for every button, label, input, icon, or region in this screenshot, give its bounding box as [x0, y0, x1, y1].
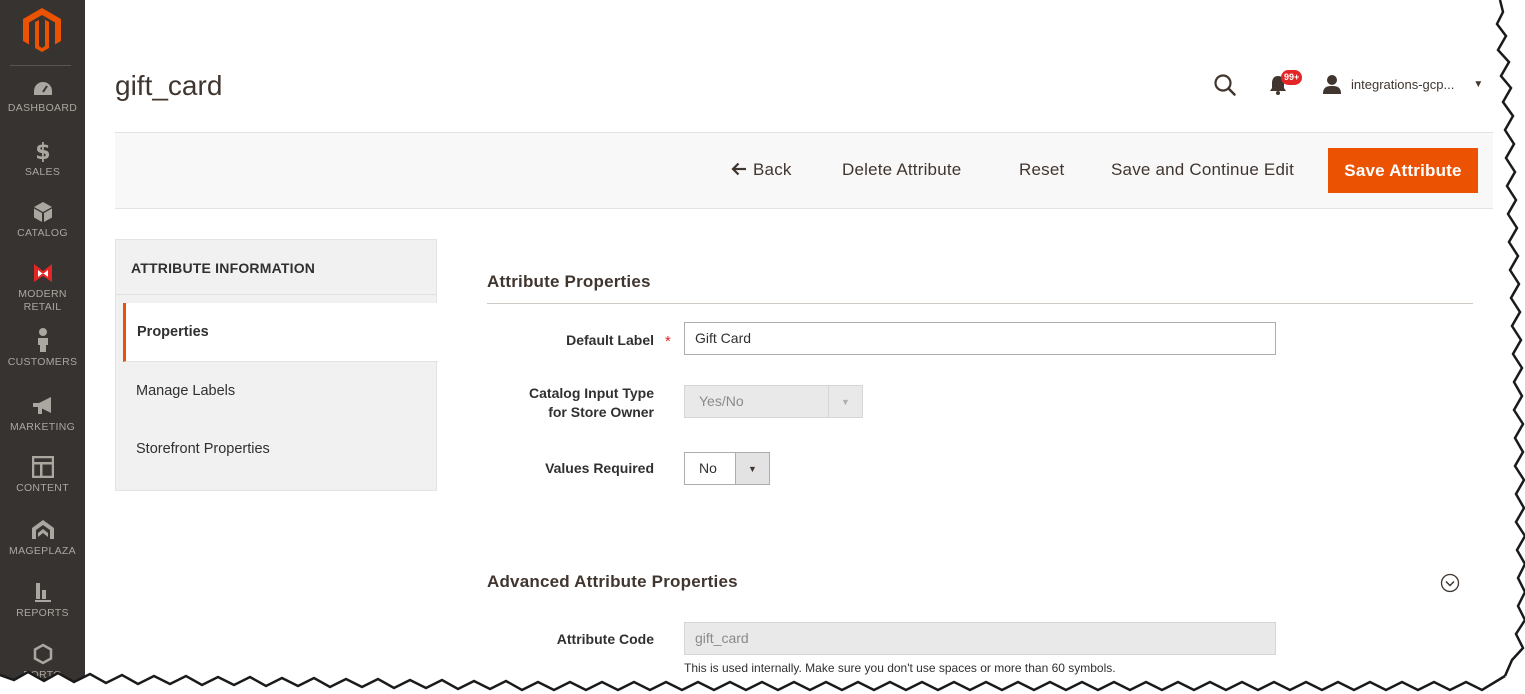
catalog-input-type-select: Yes/No ▼ [684, 385, 863, 418]
nav-modern-retail[interactable]: MODERN RETAIL [0, 262, 85, 314]
values-required-select[interactable]: No ▼ [684, 452, 770, 485]
tab-manage-labels[interactable]: Manage Labels [136, 383, 235, 399]
values-required-label: Values Required [545, 460, 654, 476]
back-label: Back [753, 160, 792, 179]
expand-section-icon[interactable] [1440, 573, 1460, 593]
attribute-code-label: Attribute Code [556, 631, 654, 647]
svg-text:$: $ [35, 140, 51, 162]
chevron-down-icon: ▼ [735, 453, 769, 484]
nav-label: CATALOG [17, 227, 68, 239]
hexagon-icon [33, 643, 52, 665]
section-divider [487, 303, 1473, 304]
tabs-title: ATTRIBUTE INFORMATION [131, 260, 316, 276]
notifications-button[interactable]: 99+ [1268, 70, 1303, 98]
bar-chart-icon [34, 583, 51, 602]
save-and-continue-button[interactable]: Save and Continue Edit [1111, 160, 1294, 180]
nav-mageplaza[interactable]: MAGEPLAZA [0, 519, 85, 558]
divider [116, 294, 436, 295]
nav-label: MODERN RETAIL [18, 288, 67, 313]
select-value: No [699, 460, 717, 476]
attribute-code-input: gift_card [684, 622, 1276, 655]
arrow-left-icon [731, 162, 746, 176]
nav-content[interactable]: CONTENT [0, 456, 85, 495]
default-label-label: Default Label [566, 332, 654, 348]
dashboard-icon [33, 82, 52, 95]
magento-logo-icon[interactable] [22, 8, 62, 52]
select-value: Yes/No [699, 393, 744, 409]
nav-label: CONTENT [16, 482, 69, 494]
input-type-label-line2: for Store Owner [548, 404, 654, 420]
attribute-info-tabs: ATTRIBUTE INFORMATION Properties Manage … [115, 239, 438, 491]
nav-sales[interactable]: $ SALES [0, 140, 85, 179]
person-icon [37, 328, 48, 352]
megaphone-icon [32, 397, 51, 414]
modern-retail-icon [33, 264, 52, 282]
nav-marketing[interactable]: MARKETING [0, 395, 85, 434]
default-label-input[interactable]: Gift Card [684, 322, 1276, 355]
search-icon[interactable] [1212, 72, 1238, 98]
section-title-attribute-properties: Attribute Properties [487, 272, 651, 291]
cube-icon [33, 202, 52, 222]
nav-label: MAGEPLAZA [9, 545, 76, 557]
nav-label: PORTO [23, 669, 62, 681]
tab-properties[interactable]: Properties [123, 303, 438, 362]
user-name: integrations-gcp... [1351, 76, 1455, 92]
nav-customers[interactable]: CUSTOMERS [0, 328, 85, 369]
dollar-icon: $ [35, 140, 51, 162]
nav-label: MARKETING [9, 421, 76, 433]
section-title-advanced[interactable]: Advanced Attribute Properties [487, 572, 738, 592]
chevron-down-icon: ▼ [828, 386, 862, 417]
input-type-label-line1: Catalog Input Type [529, 385, 654, 401]
notification-count-badge: 99+ [1281, 70, 1303, 85]
nav-label: DASHBOARD [7, 102, 78, 114]
nav-dashboard[interactable]: DASHBOARD [0, 80, 85, 115]
nav-label: SALES [24, 166, 61, 178]
admin-sidebar: DASHBOARD $ SALES CATALOG MODERN RETAIL … [0, 0, 85, 694]
delete-attribute-button[interactable]: Delete Attribute [842, 160, 961, 180]
save-attribute-button[interactable]: Save Attribute [1328, 148, 1478, 193]
nav-catalog[interactable]: CATALOG [0, 201, 85, 240]
logo-divider [10, 65, 71, 66]
tab-label: Properties [137, 324, 209, 340]
user-account-menu[interactable]: integrations-gcp... ▼ [1322, 72, 1483, 96]
tab-storefront-properties[interactable]: Storefront Properties [136, 441, 270, 457]
required-asterisk: * [665, 333, 671, 350]
mageplaza-icon [31, 520, 54, 539]
user-icon [1323, 75, 1341, 94]
nav-reports[interactable]: REPORTS [0, 581, 85, 620]
input-type-label: Catalog Input Type for Store Owner [454, 384, 654, 422]
layout-icon [31, 456, 54, 478]
nav-label: REPORTS [16, 607, 69, 619]
reset-button[interactable]: Reset [1019, 160, 1064, 180]
chevron-down-icon: ▼ [1473, 78, 1484, 90]
nav-label: CUSTOMERS [7, 356, 78, 368]
back-button[interactable]: Back [731, 160, 792, 180]
nav-porto[interactable]: PORTO [0, 643, 85, 682]
attribute-code-note: This is used internally. Make sure you d… [684, 661, 1116, 675]
page-title: gift_card [115, 70, 223, 101]
